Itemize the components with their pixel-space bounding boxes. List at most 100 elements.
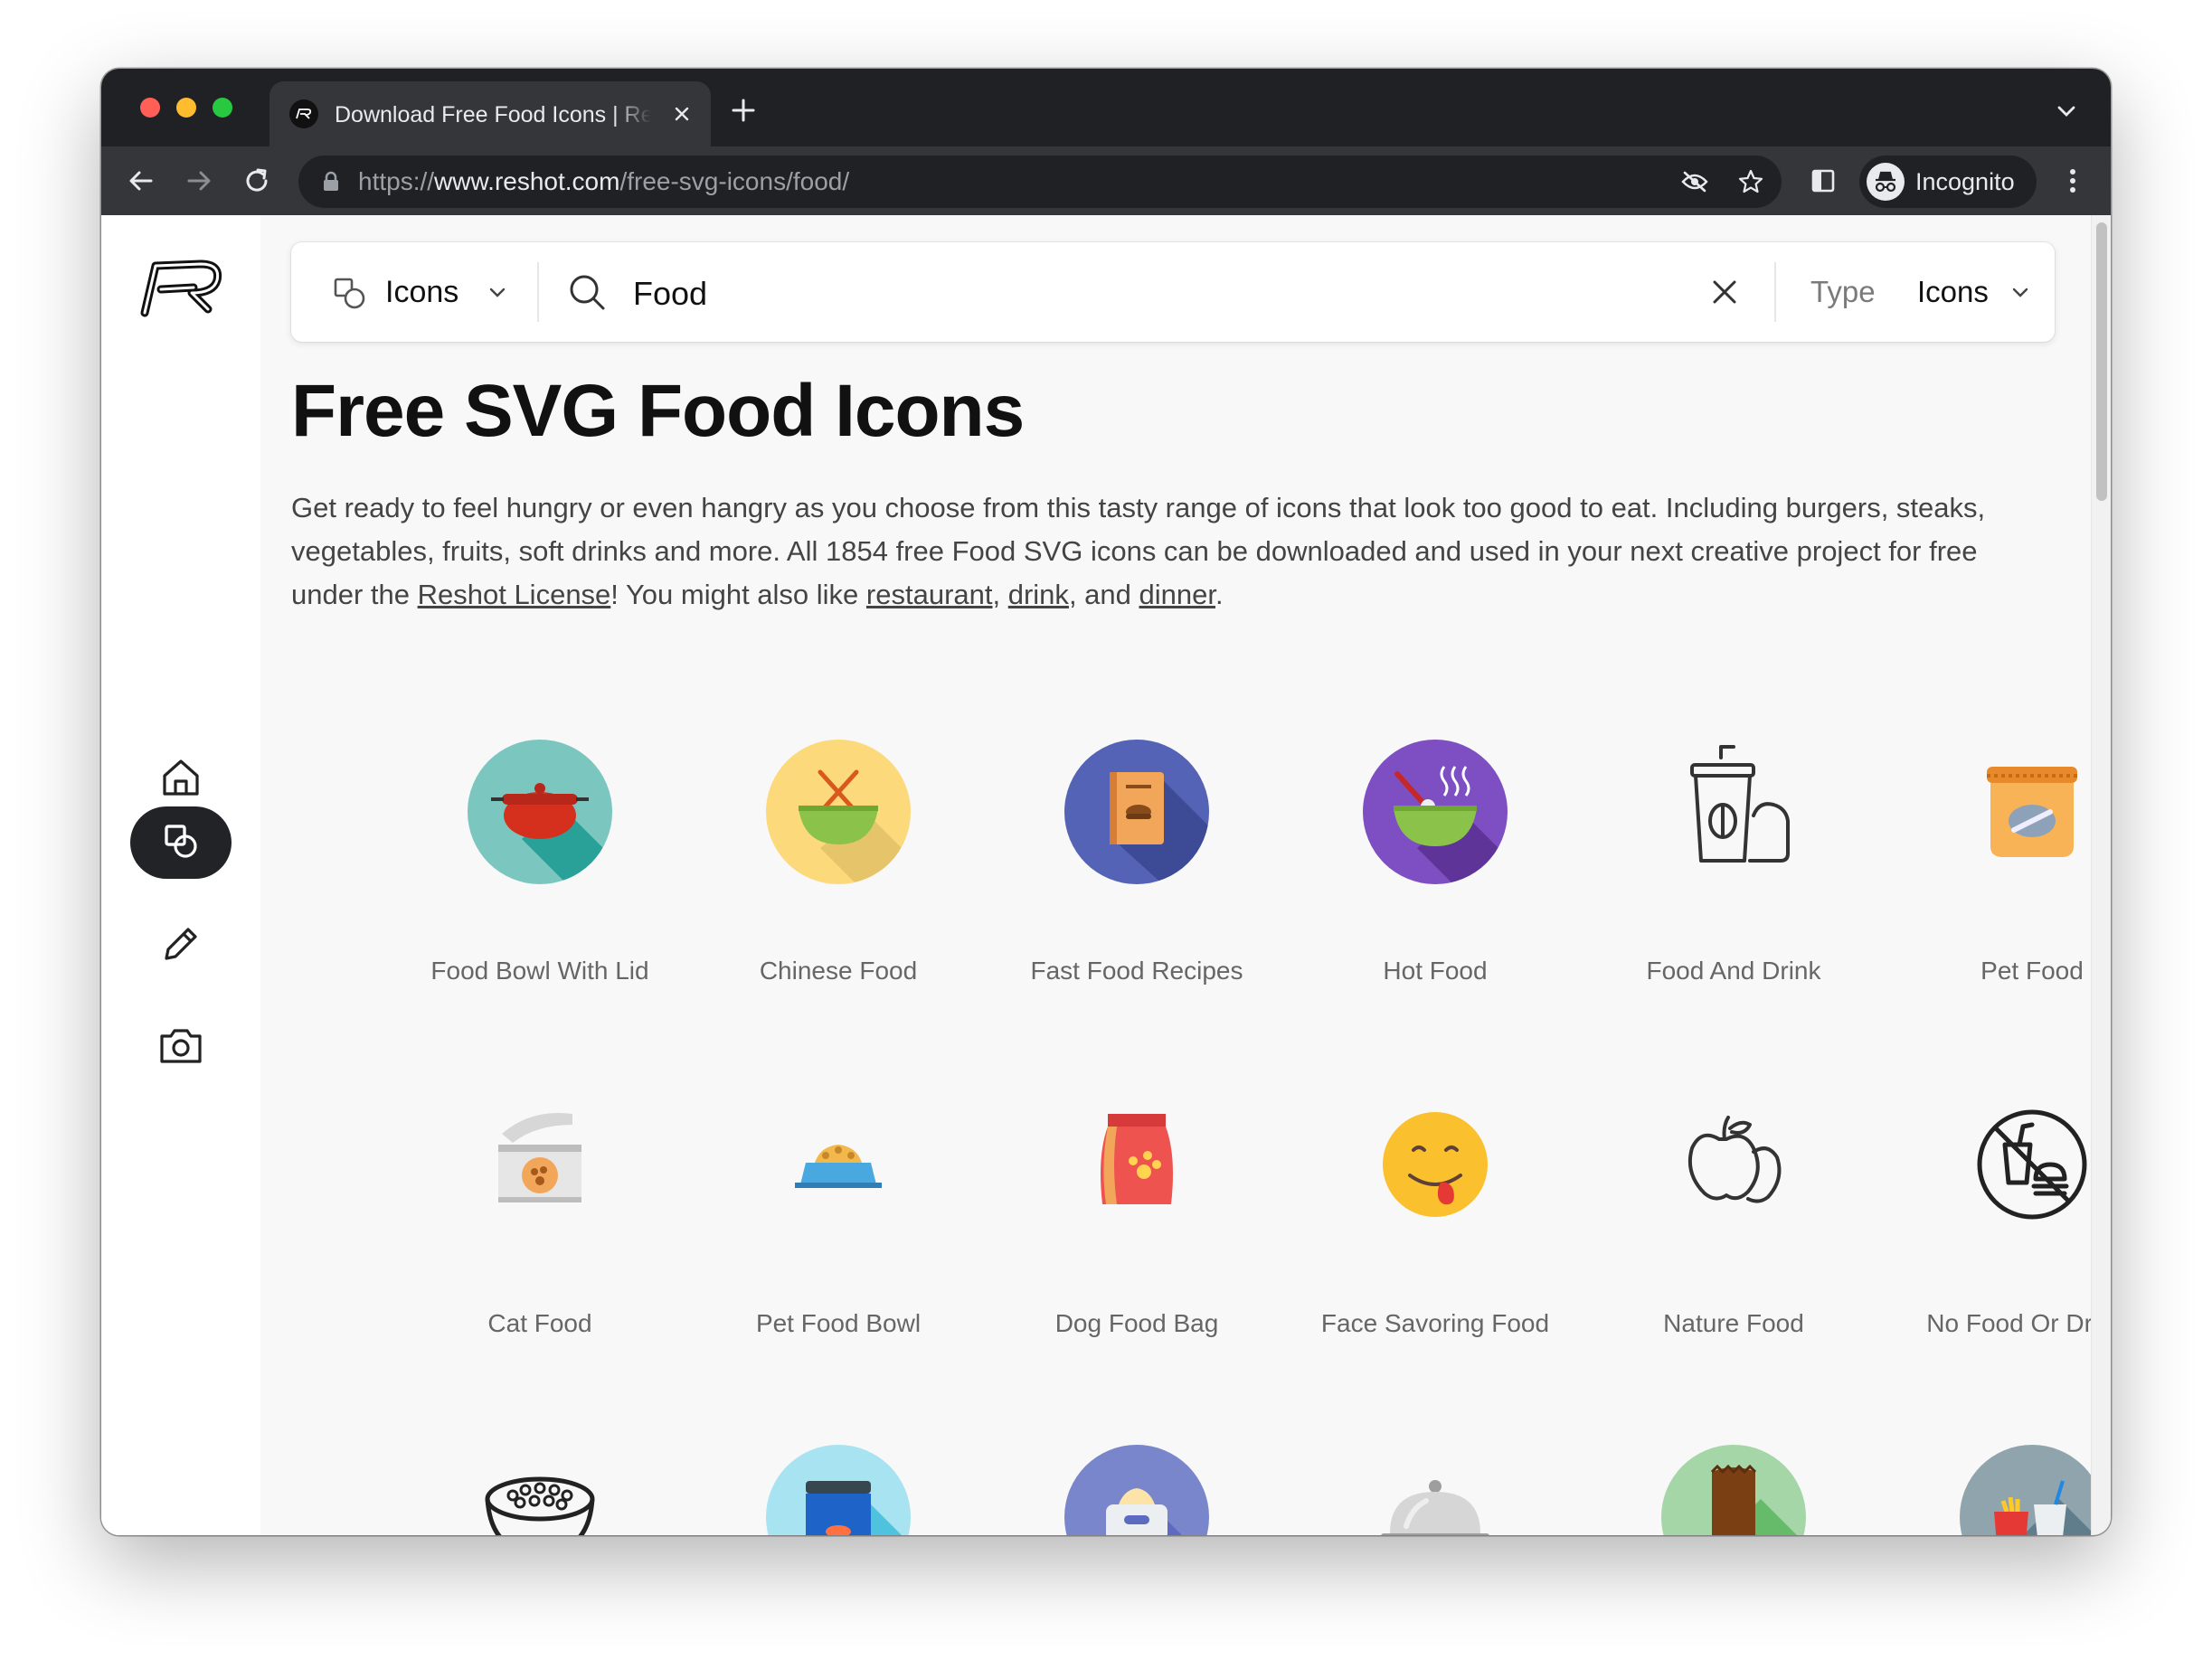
icon-label: Dog Food Bag <box>1054 1309 1219 1337</box>
icon-label: Pet Food <box>1980 957 2084 985</box>
icon-label: Nature Food <box>1663 1309 1804 1337</box>
fast-food-meal-icon <box>1960 1445 2104 1535</box>
icons-section-icon[interactable] <box>130 806 232 879</box>
minimize-window-button[interactable] <box>176 98 196 118</box>
icon-label: Chinese Food <box>759 957 918 985</box>
icon-label: Pet Food Bowl <box>755 1309 922 1337</box>
icon-label: Food Bowl With Lid <box>430 957 649 985</box>
icon-label: Food And Drink <box>1646 957 1821 985</box>
home-icon[interactable] <box>130 741 232 814</box>
page-scrollbar[interactable] <box>2091 215 2111 1535</box>
icon-card[interactable]: Fast Food Recipes <box>988 740 1286 1011</box>
face-savoring-food-icon <box>1363 1092 1508 1237</box>
chevron-down-icon[interactable] <box>2009 282 2031 304</box>
intro-text: , and <box>1068 579 1139 610</box>
url-path: /free-svg-icons/food/ <box>619 167 850 195</box>
nature-food-icon <box>1661 1092 1806 1237</box>
hot-food-icon <box>1363 740 1508 884</box>
back-arrow-icon[interactable] <box>125 165 157 197</box>
icon-card[interactable]: Food Bowl With Lid <box>391 740 689 1011</box>
intro-text: . <box>1215 579 1224 610</box>
intro-paragraph: Get ready to feel hungry or even hangry … <box>291 486 2046 617</box>
icon-card[interactable]: Pet Food Bowl <box>689 1092 988 1363</box>
icon-label: No Food Or Drinks <box>1926 1309 2111 1337</box>
pet-food-bowl-icon <box>766 1092 911 1237</box>
url-host: www.reshot.com <box>434 167 620 195</box>
cat-food-icon <box>468 1092 612 1237</box>
icon-card[interactable]: No Food Or Drinks <box>1883 1092 2111 1363</box>
icon-card[interactable] <box>689 1445 988 1535</box>
kebab-icon <box>1661 1445 1806 1535</box>
address-bar[interactable]: https://www.reshot.com/free-svg-icons/fo… <box>298 156 1782 208</box>
icon-label: Fast Food Recipes <box>1030 957 1243 985</box>
icon-label: Face Savoring Food <box>1320 1309 1550 1337</box>
icon-card[interactable]: Cat Food <box>391 1092 689 1363</box>
tab-close-icon[interactable] <box>669 101 695 127</box>
icon-card[interactable]: Dog Food Bag <box>988 1092 1286 1363</box>
icon-card[interactable] <box>1584 1445 1883 1535</box>
eye-off-icon[interactable] <box>1680 167 1709 196</box>
reload-icon[interactable] <box>241 165 273 197</box>
related-link-dinner[interactable]: dinner <box>1139 579 1215 610</box>
chinese-food-icon <box>766 740 911 884</box>
incognito-label: Incognito <box>1915 168 2015 195</box>
icon-card[interactable] <box>988 1445 1286 1535</box>
pet-food-icon <box>1960 740 2104 884</box>
icon-card[interactable]: Pet Food <box>1883 740 2111 1011</box>
fast-food-recipes-icon <box>1064 740 1209 884</box>
related-link-drink[interactable]: drink <box>1008 579 1069 610</box>
new-tab-icon[interactable] <box>729 96 758 125</box>
search-bar: Icons Food Type Icons <box>291 242 2055 342</box>
side-panel-icon[interactable] <box>1809 166 1838 195</box>
type-filter-label: Type <box>1810 275 1876 308</box>
browser-window: Download Free Food Icons | Reshot https:… <box>101 69 2111 1535</box>
icon-label: Hot Food <box>1383 957 1488 985</box>
icon-card[interactable]: Chinese Food <box>689 740 988 1011</box>
clear-search-icon[interactable] <box>1709 277 1740 307</box>
intro-text: ! You might also like <box>610 579 866 610</box>
shapes-icon[interactable] <box>333 277 367 311</box>
pencil-icon[interactable] <box>130 908 232 980</box>
reshot-logo[interactable] <box>137 257 224 320</box>
browser-toolbar: https://www.reshot.com/free-svg-icons/fo… <box>101 146 2111 215</box>
camera-icon[interactable] <box>130 1009 232 1081</box>
page-viewport: Icons Food Type Icons Free SVG Food Icon… <box>101 215 2111 1535</box>
food-bowl-with-lid-icon <box>468 740 612 884</box>
tab-active[interactable]: Download Free Food Icons | Reshot <box>269 81 711 146</box>
chevron-down-icon[interactable] <box>487 282 508 304</box>
icon-card[interactable]: Food And Drink <box>1584 740 1883 1011</box>
bookmark-star-icon[interactable] <box>1736 167 1765 196</box>
icon-label: Cat Food <box>487 1309 592 1337</box>
icon-card[interactable] <box>1286 1445 1584 1535</box>
divider <box>1774 262 1776 322</box>
asset-category-select[interactable]: Icons <box>385 275 458 310</box>
forward-arrow-icon[interactable] <box>183 165 215 197</box>
incognito-icon <box>1867 163 1905 201</box>
food-and-drink-icon <box>1661 740 1806 884</box>
page-title: Free SVG Food Icons <box>291 370 1025 452</box>
url-scheme: https:// <box>358 167 435 195</box>
no-food-or-drinks-icon <box>1960 1092 2104 1237</box>
cloche-icon <box>1363 1445 1508 1535</box>
search-icon <box>570 275 605 310</box>
tab-search-chevron-icon[interactable] <box>2055 99 2078 123</box>
more-vertical-icon[interactable] <box>2058 166 2087 195</box>
icon-card[interactable] <box>391 1445 689 1535</box>
reshot-license-link[interactable]: Reshot License <box>418 579 611 610</box>
dog-food-bag-icon <box>1064 1092 1209 1237</box>
dog-food-bowl-icon <box>1064 1445 1209 1535</box>
tab-title: Download Free Food Icons | Reshot <box>335 102 651 127</box>
scrollbar-thumb[interactable] <box>2096 222 2107 501</box>
related-link-restaurant[interactable]: restaurant <box>866 579 993 610</box>
incognito-profile-button[interactable]: Incognito <box>1859 156 2037 208</box>
maximize-window-button[interactable] <box>213 98 232 118</box>
icon-card[interactable]: Face Savoring Food <box>1286 1092 1584 1363</box>
fish-food-jar-icon <box>766 1445 911 1535</box>
close-window-button[interactable] <box>140 98 160 118</box>
lock-icon <box>324 171 338 191</box>
search-input[interactable]: Food <box>633 275 707 313</box>
icon-card[interactable]: Nature Food <box>1584 1092 1883 1363</box>
icon-card[interactable] <box>1883 1445 2111 1535</box>
icon-card[interactable]: Hot Food <box>1286 740 1584 1011</box>
type-filter-select[interactable]: Icons <box>1917 275 1989 309</box>
